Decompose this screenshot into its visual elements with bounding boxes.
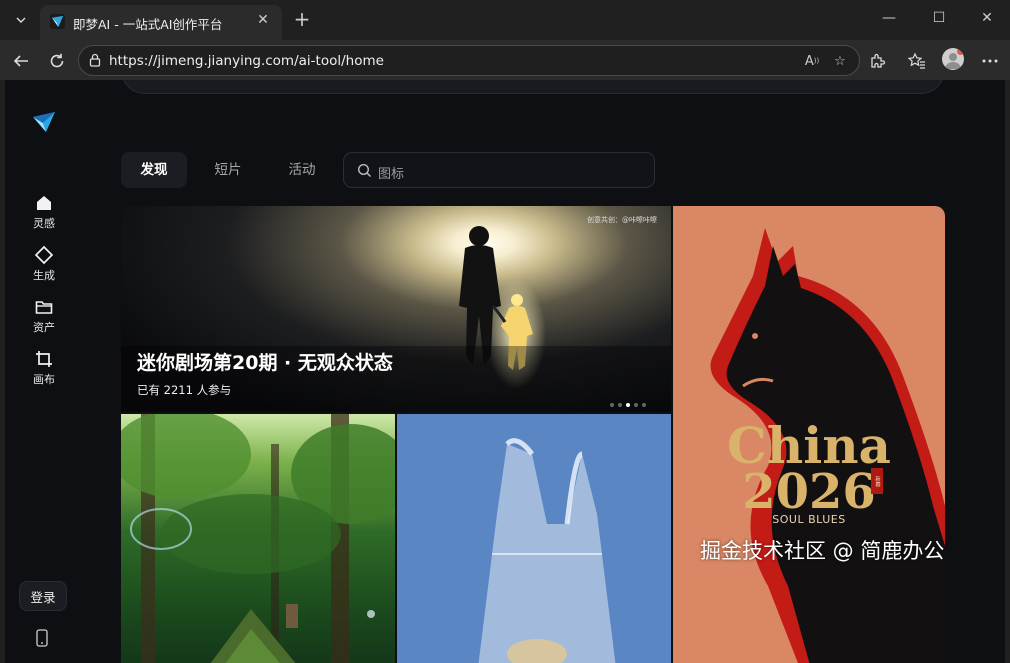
sidebar-item-label: 灵感	[33, 217, 55, 230]
tab-title: 即梦AI - 一站式AI创作平台	[73, 17, 223, 32]
browser-window: 即梦AI - 一站式AI创作平台 ✕ + — ☐ ✕ https://jimen…	[0, 0, 1010, 663]
browser-tab[interactable]: 即梦AI - 一站式AI创作平台 ✕	[40, 5, 282, 40]
sidebar: 灵感 生成 资产 画布 登录	[5, 80, 83, 663]
search-icon	[357, 163, 371, 177]
jimeng-favicon-icon	[50, 14, 65, 29]
carousel-dot[interactable]	[642, 403, 646, 407]
new-tab-icon[interactable]: +	[292, 9, 312, 29]
reload-icon[interactable]	[46, 50, 68, 72]
read-aloud-icon[interactable]: A))	[803, 52, 821, 70]
watermark-text: 掘金技术社区 @ 简鹿办公	[700, 539, 945, 563]
close-tab-icon[interactable]: ✕	[254, 12, 272, 28]
carousel-dot[interactable]	[626, 403, 630, 407]
sidebar-item-label: 生成	[33, 269, 55, 282]
diamond-icon	[34, 245, 54, 265]
search-placeholder: 图标	[378, 167, 405, 182]
close-window-icon[interactable]: ✕	[977, 10, 997, 26]
carousel-indicators[interactable]	[610, 392, 650, 411]
canvas-crop-icon	[36, 351, 52, 367]
forest-image	[121, 414, 395, 663]
poster-subtitle: SOUL BLUES	[772, 513, 846, 526]
favorites-list-icon[interactable]	[906, 50, 928, 72]
hero-credit-tag: 创意共创：@咔嚓咔嚓	[587, 216, 657, 224]
mobile-app-icon[interactable]	[34, 629, 50, 647]
plastic-bag-image	[478, 438, 616, 663]
hero-banner[interactable]: 创意共创：@咔嚓咔嚓 迷你剧场第20期 · 无观众状态 已有 2211 人参与	[121, 206, 671, 412]
lock-icon[interactable]	[88, 53, 102, 67]
sidebar-item-inspiration[interactable]: 灵感	[24, 193, 64, 231]
china-2026-poster-card[interactable]: China 2026 SOUL BLUES 新春	[673, 206, 945, 663]
login-button[interactable]: 登录	[19, 581, 67, 611]
search-input[interactable]: 图标	[343, 152, 655, 188]
hero-participants: 已有 2211 人参与	[137, 383, 232, 397]
page-content: 灵感 生成 资产 画布 登录 发现 短片 活动 图标 创意共创：@咔嚓咔嚓 迷你…	[5, 80, 1005, 663]
tab-discover[interactable]: 发现	[121, 152, 187, 188]
tab-events[interactable]: 活动	[269, 152, 335, 188]
address-bar[interactable]: https://jimeng.jianying.com/ai-tool/home…	[78, 45, 860, 76]
sidebar-item-assets[interactable]: 资产	[24, 297, 64, 335]
carousel-dot[interactable]	[610, 403, 614, 407]
carousel-dot[interactable]	[618, 403, 622, 407]
jimeng-logo-icon[interactable]	[31, 108, 57, 134]
sidebar-item-generate[interactable]: 生成	[24, 245, 64, 283]
notification-dot	[957, 48, 964, 55]
maximize-icon[interactable]: ☐	[929, 10, 949, 26]
carousel-dot[interactable]	[634, 403, 638, 407]
profile-avatar[interactable]	[942, 48, 964, 70]
more-menu-icon[interactable]	[979, 50, 1001, 72]
extensions-icon[interactable]	[866, 50, 888, 72]
tab-actions-menu-icon[interactable]	[8, 8, 34, 32]
poster-seal-stamp: 新春	[871, 468, 883, 494]
sidebar-item-canvas[interactable]: 画布	[24, 349, 64, 387]
sidebar-item-label: 资产	[33, 321, 55, 334]
home-icon	[37, 196, 51, 210]
sidebar-item-label: 画布	[33, 373, 55, 386]
browser-toolbar: https://jimeng.jianying.com/ai-tool/home…	[0, 40, 1010, 80]
favorite-star-icon[interactable]: ☆	[831, 52, 849, 70]
top-bar-panel	[121, 80, 945, 94]
tab-shorts[interactable]: 短片	[195, 152, 261, 188]
forest-artwork-card[interactable]	[121, 414, 395, 663]
minimize-icon[interactable]: —	[879, 10, 899, 26]
tab-strip: 即梦AI - 一站式AI创作平台 ✕ + — ☐ ✕	[0, 0, 1010, 40]
hero-title: 迷你剧场第20期 · 无观众状态	[137, 352, 393, 374]
back-arrow-icon[interactable]	[10, 50, 32, 72]
content-grid: 创意共创：@咔嚓咔嚓 迷你剧场第20期 · 无观众状态 已有 2211 人参与	[121, 206, 945, 663]
url-text[interactable]: https://jimeng.jianying.com/ai-tool/home	[109, 53, 384, 69]
plastic-bag-artwork-card[interactable]	[397, 414, 671, 663]
poster-title-line2: 2026	[742, 464, 876, 520]
folder-icon	[35, 301, 53, 314]
